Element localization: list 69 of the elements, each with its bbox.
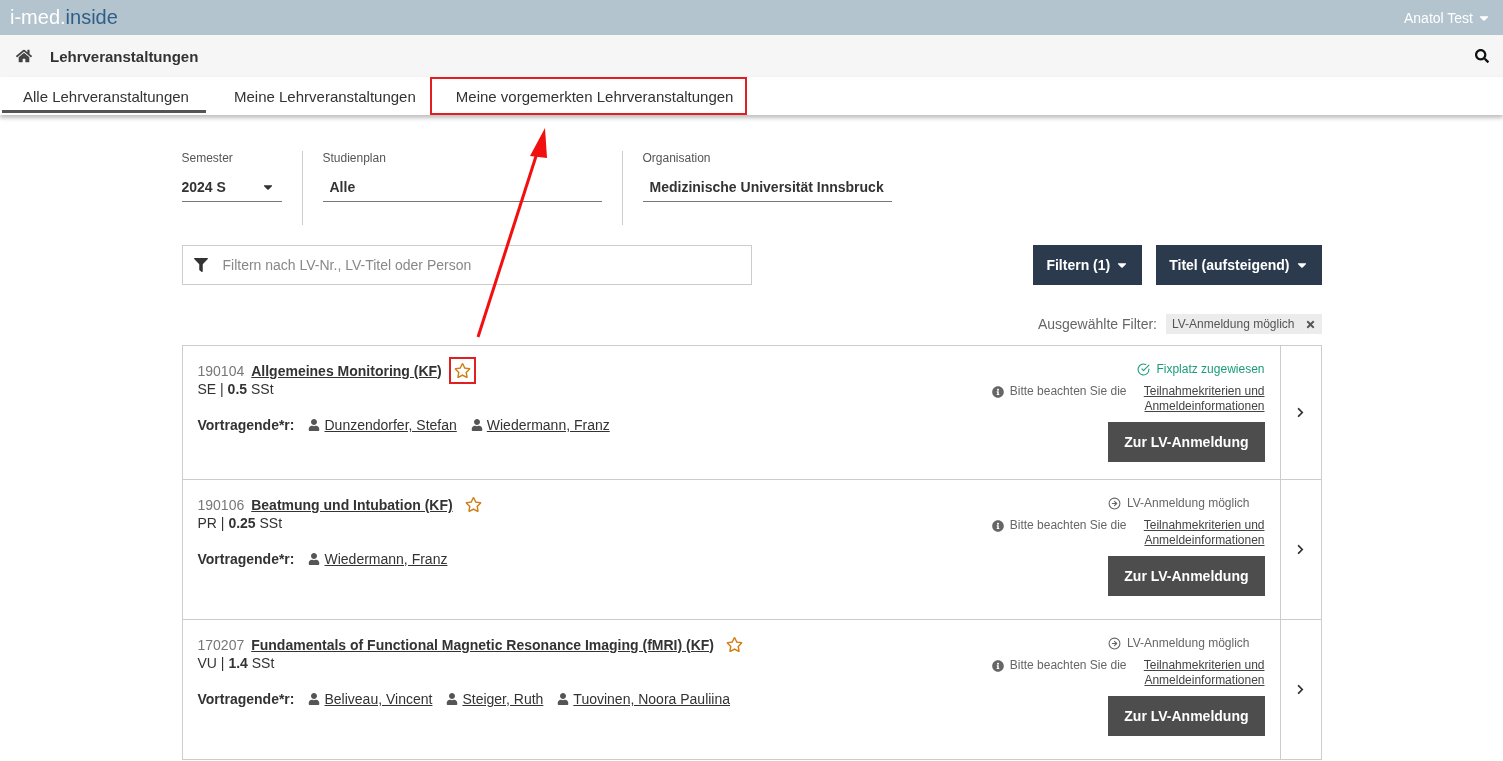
course-title-link[interactable]: Fundamentals of Functional Magnetic Resonance Imaging (fMRI) (KF) bbox=[251, 636, 714, 653]
lecturers-label: Vortragende*r: bbox=[197, 417, 295, 433]
chevron-icon bbox=[1295, 684, 1306, 695]
filter-label: Ausgewählte Filter: bbox=[1037, 316, 1157, 332]
user-icon bbox=[446, 693, 459, 705]
home-icon[interactable] bbox=[16, 48, 32, 64]
course-meta: VU | 1.4 SSt bbox=[197, 655, 276, 671]
user-icon bbox=[308, 693, 321, 705]
status-text: LV-Anmeldung möglich bbox=[1108, 636, 1250, 650]
check-circle-icon bbox=[1137, 362, 1151, 376]
registration-button[interactable]: Zur LV-Anmeldung bbox=[1108, 696, 1265, 736]
chevron-icon bbox=[1295, 544, 1306, 555]
star-icon[interactable] bbox=[453, 362, 471, 379]
course-title-link[interactable]: Beatmung und Intubation (KF) bbox=[251, 496, 453, 513]
chevron-icon bbox=[1295, 407, 1306, 418]
field-label: Semester bbox=[181, 151, 234, 165]
semester-dropdown[interactable]: 2024 S bbox=[181, 179, 282, 202]
filter-tag: LV-Anmeldung möglich bbox=[1166, 314, 1322, 334]
logo: i-med.inside bbox=[10, 6, 118, 29]
dropdown-button[interactable]: Titel (aufsteigend) bbox=[1156, 245, 1322, 285]
lecturers-label: Vortragende*r: bbox=[197, 551, 295, 567]
field-label: Studienplan bbox=[322, 151, 387, 165]
select-field[interactable]: Alle bbox=[322, 179, 602, 202]
filter-icon bbox=[193, 258, 208, 272]
course-title-link[interactable]: Allgemeines Monitoring (KF) bbox=[251, 362, 442, 379]
field-label: Organisation bbox=[642, 151, 712, 165]
status-text: Fixplatz zugewiesen bbox=[1137, 362, 1265, 376]
status-text: LV-Anmeldung möglich bbox=[1108, 496, 1250, 510]
star-icon[interactable] bbox=[464, 496, 482, 513]
course-meta: SE | 0.5 SSt bbox=[197, 381, 275, 397]
user-icon bbox=[308, 553, 321, 565]
info-icon bbox=[991, 386, 1004, 398]
lecturer-link[interactable]: Dunzendorfer, Stefan bbox=[308, 417, 457, 433]
tab[interactable]: Meine Lehrveranstaltungen bbox=[208, 77, 430, 115]
note-text: Bitte beachten Sie die bbox=[1009, 384, 1127, 399]
lecturers-label: Vortragende*r: bbox=[197, 691, 295, 707]
page-title: Lehrveranstaltungen bbox=[50, 47, 200, 65]
course-number: 190104 bbox=[197, 362, 245, 379]
star-icon[interactable] bbox=[726, 636, 743, 653]
note-text: Bitte beachten Sie die bbox=[1009, 518, 1127, 533]
user-icon bbox=[470, 419, 483, 431]
lecturer-link[interactable]: Wiedermann, Franz bbox=[308, 551, 448, 567]
lecturer-link[interactable]: Beliveau, Vincent bbox=[308, 691, 433, 707]
arrow-circle-icon bbox=[1108, 496, 1121, 510]
select-field[interactable]: Medizinische Universität Innsbruck bbox=[642, 179, 892, 202]
dropdown-button[interactable]: Filtern (1) bbox=[1033, 245, 1143, 285]
registration-button[interactable]: Zur LV-Anmeldung bbox=[1108, 556, 1265, 596]
arrow-circle-icon bbox=[1108, 636, 1121, 650]
lecturer-link[interactable]: Steiger, Ruth bbox=[446, 691, 544, 707]
course-number: 170207 bbox=[197, 636, 245, 653]
lecturer-link[interactable]: Tuovinen, Noora Pauliina bbox=[557, 691, 731, 707]
lecturer-link[interactable]: Wiedermann, Franz bbox=[470, 417, 610, 433]
note-text: Bitte beachten Sie die bbox=[1009, 658, 1127, 673]
tab[interactable]: Meine vorgemerkten Lehrveranstaltungen bbox=[429, 77, 748, 115]
registration-button[interactable]: Zur LV-Anmeldung bbox=[1108, 422, 1265, 462]
search-icon[interactable] bbox=[1475, 49, 1489, 63]
info-link[interactable]: Teilnahmekriterien und Anmeldeinformationen bbox=[1132, 384, 1265, 414]
info-icon bbox=[991, 660, 1004, 672]
highlight-frame[interactable] bbox=[448, 357, 476, 384]
info-icon bbox=[991, 520, 1004, 532]
course-number: 190106 bbox=[197, 496, 245, 513]
info-link[interactable]: Teilnahmekriterien und Anmeldeinformationen bbox=[1132, 658, 1265, 688]
user-icon bbox=[308, 419, 321, 431]
tab[interactable]: Alle Lehrveranstaltungen bbox=[0, 77, 208, 115]
close-icon[interactable] bbox=[1304, 318, 1316, 330]
search-field[interactable]: Filtern nach LV-Nr., LV-Titel oder Person bbox=[181, 245, 752, 285]
info-link[interactable]: Teilnahmekriterien und Anmeldeinformationen bbox=[1132, 518, 1265, 548]
user-icon bbox=[557, 693, 570, 705]
course-meta: PR | 0.25 SSt bbox=[197, 515, 284, 531]
